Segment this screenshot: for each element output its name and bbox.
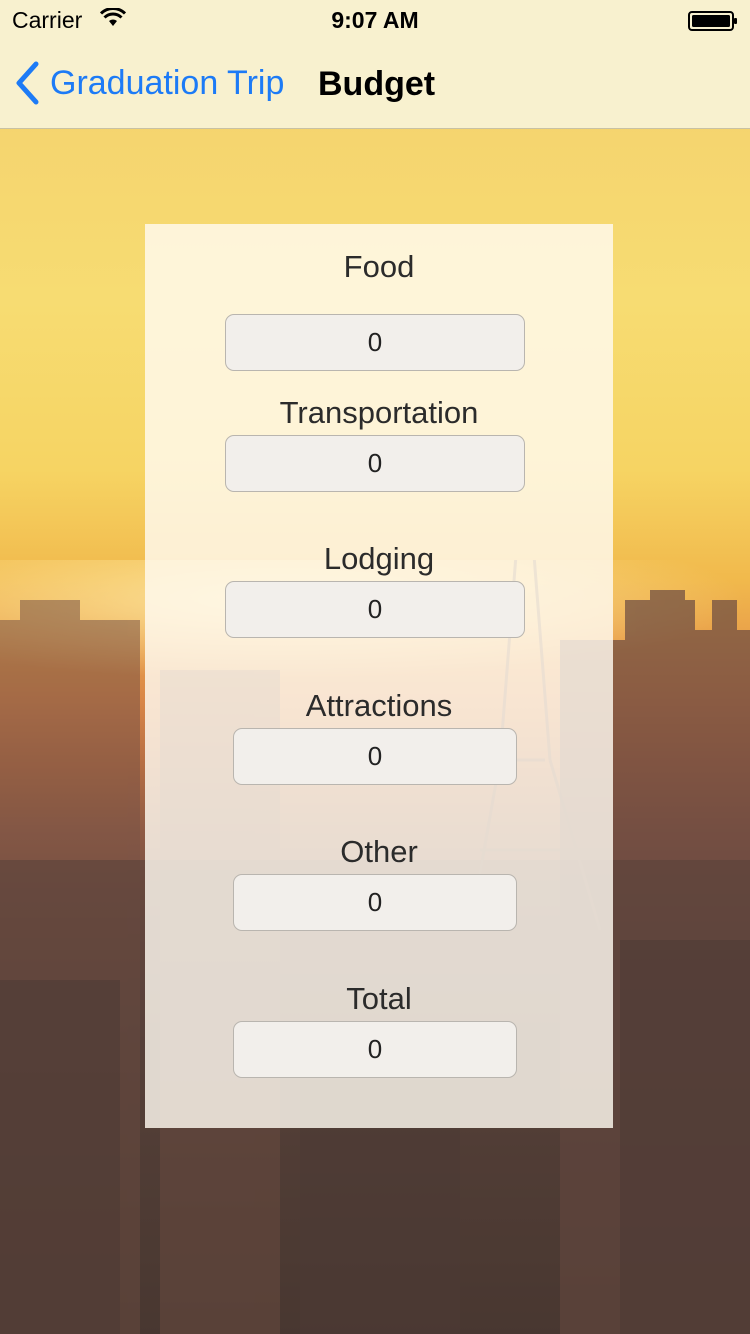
back-button-label: Graduation Trip [50, 63, 285, 102]
food-input[interactable] [225, 314, 525, 371]
attractions-input[interactable] [233, 728, 517, 785]
total-label: Total [346, 981, 412, 1016]
status-time: 9:07 AM [331, 7, 419, 33]
budget-panel: Food Transportation Lodging Attractions … [145, 224, 613, 1128]
navigation-bar: Graduation Trip Budget [0, 40, 750, 129]
status-bar: Carrier 9:07 AM [0, 0, 750, 40]
other-label: Other [340, 834, 418, 869]
back-button[interactable]: Graduation Trip [14, 60, 284, 106]
transportation-input[interactable] [225, 435, 525, 492]
chevron-left-icon [16, 61, 39, 105]
food-label: Food [343, 249, 415, 284]
lodging-label: Lodging [323, 541, 435, 576]
transportation-label: Transportation [279, 395, 479, 430]
other-input[interactable] [233, 874, 517, 931]
page-title: Budget [318, 65, 436, 103]
battery-icon [688, 11, 737, 31]
total-input[interactable] [233, 1021, 517, 1078]
lodging-input[interactable] [225, 581, 525, 638]
attractions-label: Attractions [305, 688, 453, 723]
